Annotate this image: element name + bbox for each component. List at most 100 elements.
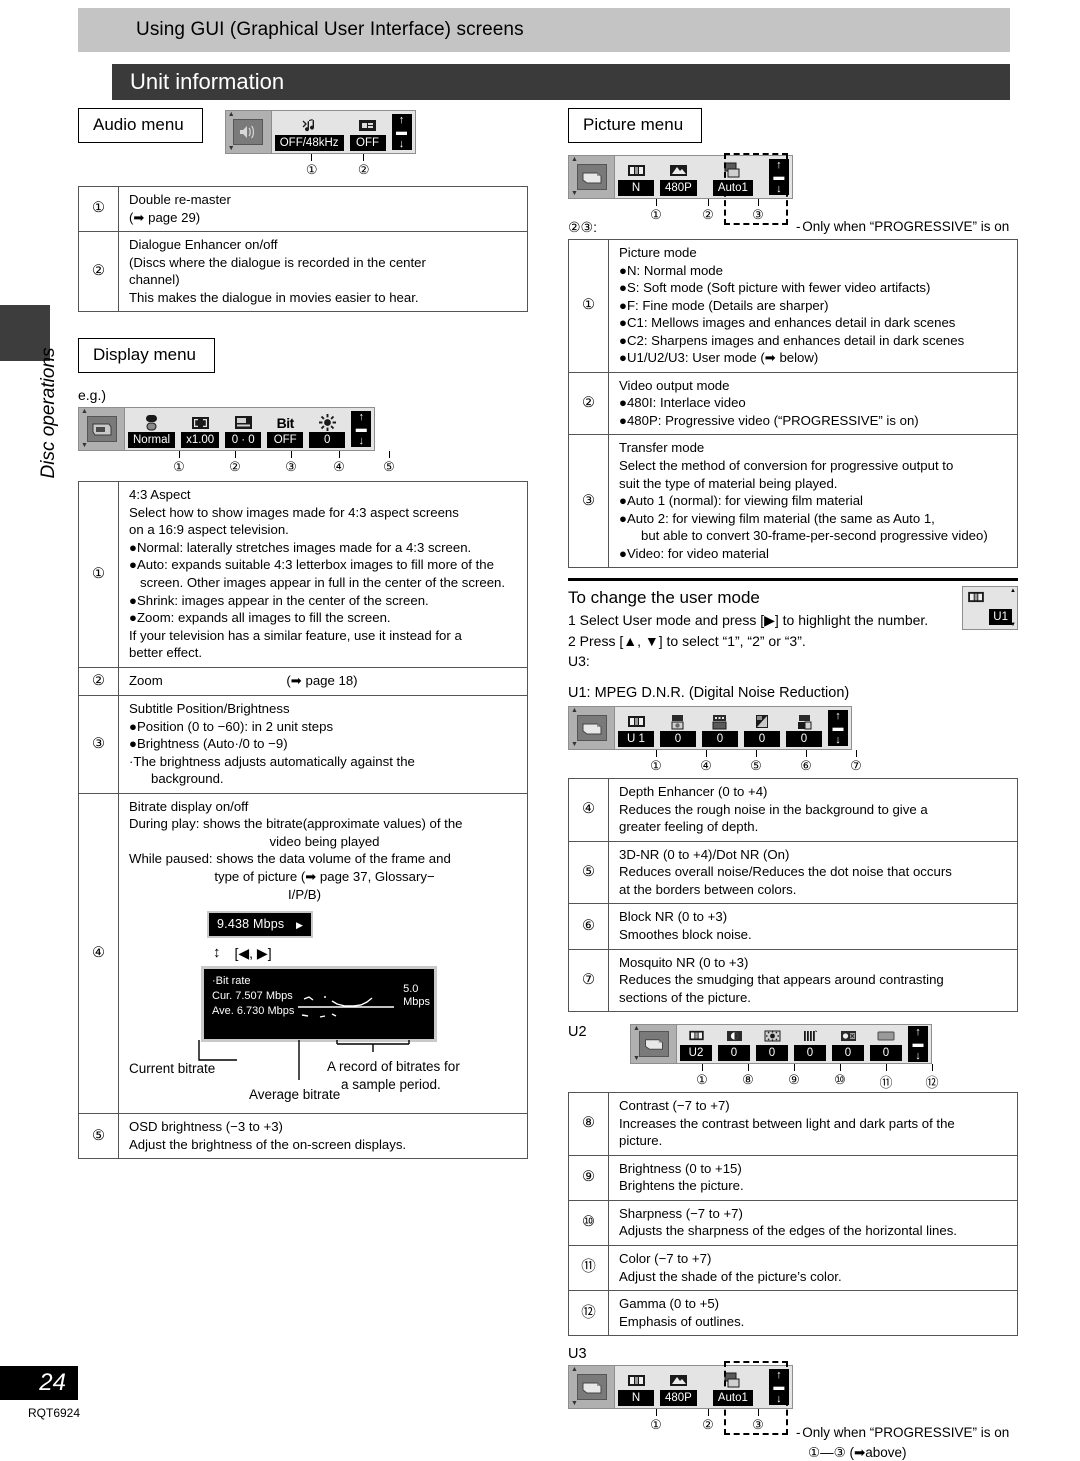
row-line: Adjust the shade of the picture’s color.: [619, 1268, 842, 1284]
gui-cell-3dnr[interactable]: 0: [699, 707, 741, 749]
table-row: ③ Transfer mode Select the method of con…: [568, 434, 1018, 569]
gui-up-arrow-icon[interactable]: ↑: [768, 1369, 789, 1382]
scroll-up-icon[interactable]: ▲: [633, 1025, 640, 1032]
scroll-down-icon[interactable]: ▼: [1010, 622, 1016, 628]
gui-cell-dialogue-enhancer[interactable]: OFF: [347, 111, 389, 153]
gui-cell-mosquito-nr[interactable]: 0: [783, 707, 825, 749]
callout-9: ⑨: [783, 1064, 805, 1088]
gui-down-arrow-icon[interactable]: ↓: [768, 1393, 789, 1406]
row-line: Increases the contrast between light and…: [619, 1115, 955, 1131]
user-mode-chip[interactable]: U1 ▲ ▼: [962, 586, 1018, 631]
gui-up-arrow-icon[interactable]: ↑: [908, 1026, 928, 1039]
gui-cell-picture-mode[interactable]: N: [615, 1366, 657, 1408]
video-output-icon: [669, 1372, 688, 1389]
gui-down-arrow-icon[interactable]: ↓: [768, 183, 789, 195]
gui-cell-osd-brightness[interactable]: 0: [306, 408, 348, 450]
gui-updown-control[interactable]: ↑ ▬ ↓: [766, 156, 792, 198]
scroll-down-icon[interactable]: ▼: [571, 190, 578, 197]
gui-up-arrow-icon[interactable]: ↑: [828, 710, 848, 723]
gui-screen-selector[interactable]: ▲ ▼: [631, 1025, 677, 1064]
gui-cell-transfer-mode[interactable]: Auto1: [700, 156, 766, 198]
row-line: Video output mode: [619, 377, 730, 393]
gui-cell-depth-enhancer[interactable]: 0: [657, 707, 699, 749]
left-column: Audio menu ▲ ▼ OFF/48kHz OFF ↑ ▬ ↓ ① ② ①…: [78, 108, 528, 1160]
gui-cell-brightness[interactable]: 0: [753, 1025, 791, 1063]
table-row: ① Picture mode ●N: Normal mode ●S: Soft …: [568, 239, 1018, 373]
gui-screen-selector[interactable]: ▲ ▼: [569, 707, 615, 750]
picture-screen-icon: [576, 715, 607, 742]
gui-updown-control[interactable]: ↑ ▬ ↓: [905, 1025, 931, 1063]
u3-gui-label: U3: [568, 1346, 587, 1363]
gui-screen-selector[interactable]: ▲ ▼: [569, 156, 615, 198]
display-menu-table: ① 4:3 Aspect Select how to show images m…: [78, 481, 528, 1160]
scroll-down-icon[interactable]: ▼: [81, 442, 88, 449]
row-line: sections of the picture.: [619, 989, 751, 1005]
scroll-down-icon[interactable]: ▼: [228, 145, 235, 152]
scroll-up-icon[interactable]: ▲: [571, 707, 578, 714]
gui-cell-gamma[interactable]: 0: [867, 1025, 905, 1063]
gui-updown-control[interactable]: ↑ ▬ ↓: [348, 408, 374, 450]
scroll-down-icon[interactable]: ▼: [633, 1055, 640, 1062]
gui-up-arrow-icon[interactable]: ↑: [768, 159, 789, 171]
gui-screen-selector[interactable]: ▲ ▼: [569, 1366, 615, 1409]
gui-cell-bitrate[interactable]: Bit OFF: [264, 408, 306, 450]
scroll-down-icon[interactable]: ▼: [571, 741, 578, 748]
gui-cell-picture-mode[interactable]: N: [615, 156, 657, 198]
callout-12: ⑫: [921, 1064, 943, 1091]
gui-cell-contrast[interactable]: 0: [715, 1025, 753, 1063]
row-bullet: ●480P: Progressive video (“PROGRESSIVE” …: [619, 412, 919, 428]
row-line: Select how to show images made for 4:3 a…: [129, 504, 459, 520]
gui-down-arrow-icon[interactable]: ↓: [391, 138, 412, 150]
gui-down-arrow-icon[interactable]: ↓: [908, 1050, 928, 1063]
row-body: Block NR (0 to +3) Smoothes block noise.: [608, 903, 1018, 950]
row-body: Dialogue Enhancer on/off (Discs where th…: [118, 231, 528, 313]
gui-updown-control[interactable]: ↑ ▬ ↓: [825, 707, 851, 749]
scroll-up-icon[interactable]: ▲: [81, 408, 88, 415]
row-line: channel): [129, 272, 180, 288]
row-number: ②: [78, 666, 119, 697]
gui-value-aspect: Normal: [128, 432, 176, 449]
gui-cell-transfer-mode[interactable]: Auto1: [700, 1366, 766, 1408]
row-line: During play: shows the bitrate(approxima…: [129, 816, 463, 832]
gui-screen-selector[interactable]: ▲ ▼: [79, 408, 125, 451]
gui-value-sharpness: 0: [794, 1045, 826, 1062]
gui-cell-zoom[interactable]: x1.00: [178, 408, 222, 450]
callout-1: ①: [168, 451, 190, 475]
gui-cell-color[interactable]: 0: [829, 1025, 867, 1063]
gui-cell-aspect[interactable]: Normal: [125, 408, 178, 450]
gui-updown-control[interactable]: ↑ ▬ ↓: [389, 111, 415, 153]
callout-4: ④: [328, 451, 350, 475]
row-line: Bitrate display on/off: [129, 798, 249, 814]
callout-8: ⑧: [737, 1064, 759, 1088]
gui-cell-picture-mode[interactable]: U 1: [615, 707, 657, 749]
scroll-up-icon[interactable]: ▲: [228, 111, 235, 118]
row-line: picture.: [619, 1133, 663, 1149]
scroll-up-icon[interactable]: ▲: [571, 156, 578, 163]
gui-cell-picture-mode[interactable]: U2: [677, 1025, 715, 1063]
gui-up-arrow-icon[interactable]: ↑: [351, 411, 372, 424]
scroll-down-icon[interactable]: ▼: [571, 1400, 578, 1407]
transfer-mode-icon: [724, 162, 741, 179]
speaker-screen-icon: [233, 119, 264, 145]
gui-cell-sharpness[interactable]: 0: [791, 1025, 829, 1063]
gui-cell-subtitle[interactable]: 0 · 0: [222, 408, 264, 450]
picture-mode-icon: [688, 1027, 705, 1044]
gui-cell-video-output[interactable]: 480P: [657, 156, 700, 198]
gui-divider-icon: ▬: [768, 171, 789, 183]
gui-up-arrow-icon[interactable]: ↑: [391, 114, 412, 126]
gui-updown-control[interactable]: ↑ ▬ ↓: [766, 1366, 792, 1408]
scroll-up-icon[interactable]: ▲: [571, 1366, 578, 1373]
gui-cell-block-nr[interactable]: 0: [741, 707, 783, 749]
scroll-up-icon[interactable]: ▲: [1010, 588, 1016, 594]
gui-cell-double-remaster[interactable]: OFF/48kHz: [272, 111, 347, 153]
brightness-icon: [764, 1027, 781, 1044]
gui-value-picture-mode: U 1: [618, 731, 654, 748]
row-line: (Discs where the dialogue is recorded in…: [129, 254, 426, 270]
table-row: ③ Subtitle Position/Brightness ●Position…: [78, 695, 528, 794]
gui-down-arrow-icon[interactable]: ↓: [351, 435, 372, 448]
gui-screen-selector[interactable]: ▲ ▼: [225, 111, 272, 153]
gui-cell-video-output[interactable]: 480P: [657, 1366, 700, 1408]
gui-down-arrow-icon[interactable]: ↓: [828, 734, 848, 747]
table-row: ② Video output mode ●480I: Interlace vid…: [568, 371, 1018, 436]
audio-menu-gui: ▲ ▼ OFF/48kHz OFF ↑ ▬ ↓ ① ②: [224, 110, 416, 180]
